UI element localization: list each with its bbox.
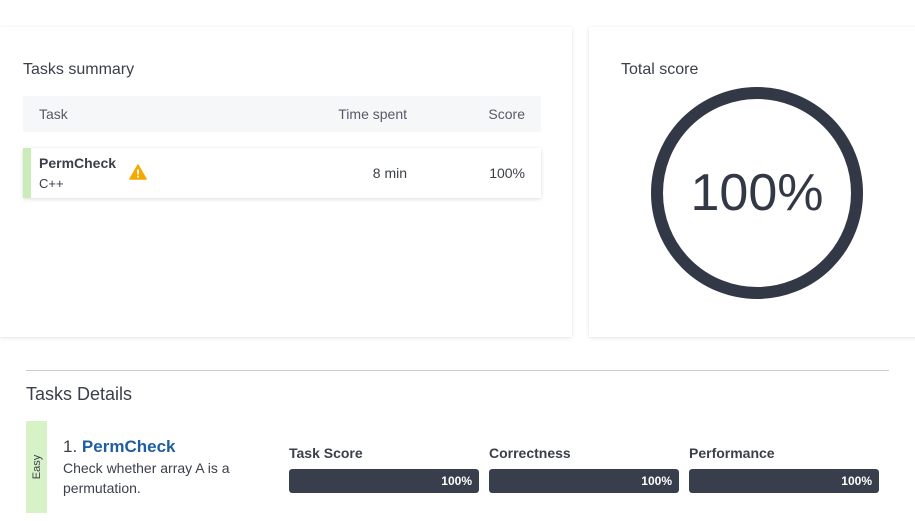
task-name[interactable]: PermCheck — [39, 155, 116, 171]
metric-progress-bar: 100% — [489, 469, 679, 493]
metric-progress-bar: 100% — [289, 469, 479, 493]
tasks-summary-card: Tasks summary Task Time spent Score Perm… — [0, 27, 572, 337]
metric-value: 100% — [841, 474, 872, 488]
column-header-score: Score — [488, 106, 525, 122]
total-score-card: Total score 100% — [589, 27, 915, 337]
tasks-details-title: Tasks Details — [26, 384, 133, 404]
task-language: C++ — [39, 176, 64, 191]
metric-value: 100% — [441, 474, 472, 488]
column-header-time-spent: Time spent — [338, 106, 407, 122]
warning-triangle-icon[interactable] — [129, 164, 147, 180]
difficulty-label: Easy — [30, 454, 43, 480]
task-time-spent: 8 min — [372, 165, 407, 181]
metric-progress-bar: 100% — [689, 469, 879, 493]
task-description: Check whether array A is a permutation. — [63, 460, 230, 496]
total-score-value: 100% — [690, 164, 824, 222]
metric-task-score: Task Score 100% — [289, 445, 479, 493]
task-detail-link[interactable]: PermCheck — [82, 437, 176, 456]
metric-value: 100% — [641, 474, 672, 488]
section-divider — [26, 370, 889, 371]
metric-label: Correctness — [489, 445, 571, 461]
column-header-task: Task — [39, 106, 68, 122]
task-number: 1. — [63, 437, 78, 456]
metric-label: Performance — [689, 445, 775, 461]
total-score-title: Total score — [621, 61, 699, 78]
task-detail-heading: 1. PermCheck — [63, 437, 175, 457]
summary-table-header: Task Time spent Score — [23, 96, 541, 132]
summary-task-row[interactable]: PermCheck C++ 8 min 100% — [23, 148, 541, 198]
metric-correctness: Correctness 100% — [489, 445, 679, 493]
row-status-accent — [23, 148, 31, 198]
difficulty-badge: Easy — [26, 421, 47, 513]
tasks-summary-title: Tasks summary — [23, 61, 135, 78]
task-score: 100% — [489, 165, 525, 181]
metric-label: Task Score — [289, 445, 363, 461]
metric-performance: Performance 100% — [689, 445, 879, 493]
